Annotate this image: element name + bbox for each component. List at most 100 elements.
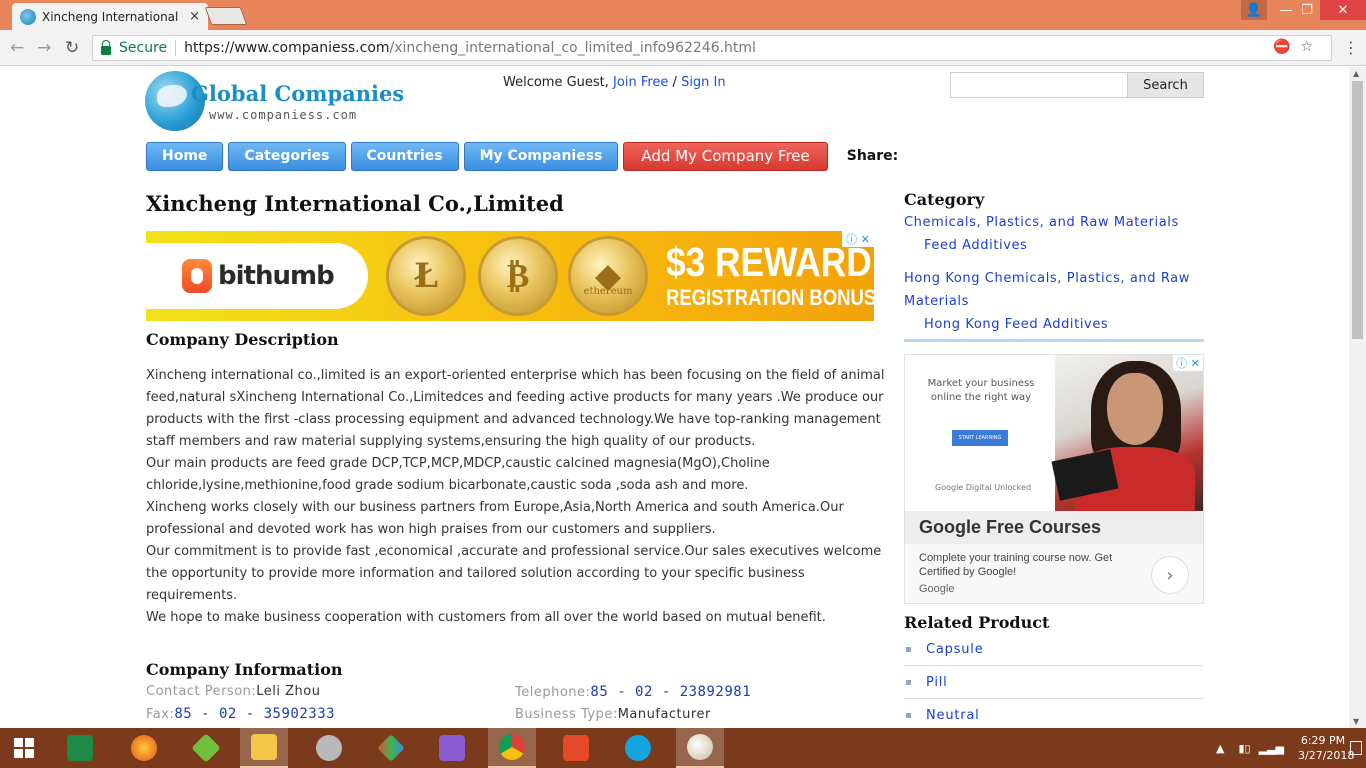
scroll-down-icon[interactable]: ▼ bbox=[1353, 717, 1359, 726]
taskbar-clock[interactable]: 6:29 PM 3/27/2018 bbox=[1298, 733, 1354, 763]
logo-subtitle: www.companiess.com bbox=[209, 108, 358, 122]
business-type-value: Manufacturer bbox=[617, 707, 711, 722]
taskbar-paint[interactable] bbox=[676, 728, 724, 768]
git-icon bbox=[316, 735, 342, 761]
profile-icon[interactable]: 👤 bbox=[1241, 0, 1267, 20]
search-input[interactable] bbox=[950, 72, 1128, 98]
back-arrow-icon[interactable]: ← bbox=[10, 38, 24, 58]
site-logo[interactable]: Global Companies www.companiess.com bbox=[145, 71, 415, 133]
ad-banner[interactable]: bithumb Ł ₿ ◆ ethereum $3 REWARD REGISTR… bbox=[146, 231, 874, 321]
bullet-icon bbox=[906, 713, 911, 718]
chrome-icon bbox=[499, 734, 525, 760]
scroll-up-icon[interactable]: ▲ bbox=[1353, 69, 1359, 78]
tab-title: Xincheng International C bbox=[42, 9, 184, 24]
firefox-icon bbox=[131, 735, 157, 761]
taskbar-git[interactable] bbox=[305, 728, 353, 768]
app-icon bbox=[191, 733, 221, 763]
tab-close-icon[interactable]: × bbox=[189, 9, 200, 24]
description-paragraph: Xincheng works closely with our business… bbox=[146, 500, 844, 537]
logo-title: Global Companies bbox=[191, 81, 405, 106]
nav-my-companies-button[interactable]: My Companiess bbox=[463, 141, 619, 171]
welcome-text: Welcome Guest, bbox=[503, 75, 614, 90]
notification-icon[interactable] bbox=[1350, 741, 1362, 755]
company-description-heading: Company Description bbox=[146, 330, 339, 349]
visual-studio-icon bbox=[439, 735, 465, 761]
scroll-thumb[interactable] bbox=[1352, 81, 1363, 339]
contact-person-label: Contact Person: bbox=[146, 684, 257, 699]
related-product-link[interactable]: Capsule bbox=[926, 642, 984, 657]
windows-logo-icon bbox=[14, 738, 34, 758]
sign-in-link[interactable]: Sign In bbox=[681, 75, 726, 90]
system-tray: ▲ ▮▯ ▂▃▅ bbox=[1216, 728, 1284, 768]
forward-arrow-icon[interactable]: → bbox=[37, 38, 51, 58]
related-product-heading: Related Product bbox=[904, 613, 1050, 632]
related-product-link[interactable]: Pill bbox=[926, 675, 948, 690]
ad-body: Complete your training course now. Get C… bbox=[919, 552, 1113, 578]
company-description: Xincheng international co.,limited is an… bbox=[146, 365, 886, 629]
bookmark-star-icon[interactable]: ⛔☆ bbox=[1273, 39, 1323, 55]
category-heading: Category bbox=[904, 190, 985, 209]
chrome-menu-icon[interactable]: ⋮ bbox=[1343, 38, 1359, 57]
ad-copy-panel: Market your business online the right wa… bbox=[905, 355, 1055, 511]
taskbar-screen-recorder[interactable] bbox=[552, 728, 600, 768]
reload-icon[interactable]: ↻ bbox=[65, 38, 79, 58]
adchoices-icon[interactable]: ⓘ ✕ bbox=[842, 231, 874, 247]
category-link[interactable]: Chemicals, Plastics, and Raw Materials bbox=[904, 211, 1204, 234]
ad-headline: $3 REWARD bbox=[666, 239, 872, 285]
category-link[interactable]: Hong Kong Chemicals, Plastics, and Raw M… bbox=[904, 267, 1204, 313]
sidebar-ad[interactable]: Market your business online the right wa… bbox=[904, 354, 1204, 604]
list-item: Neutral bbox=[904, 699, 1204, 728]
business-type-label: Business Type: bbox=[515, 707, 618, 722]
recorder-icon bbox=[563, 735, 589, 761]
subcategory-link[interactable]: Hong Kong Feed Additives bbox=[924, 313, 1108, 336]
windows-taskbar: ▲ ▮▯ ▂▃▅ 6:29 PM 3/27/2018 bbox=[0, 728, 1366, 768]
clock-time: 6:29 PM bbox=[1300, 734, 1346, 747]
join-free-link[interactable]: Join Free bbox=[613, 75, 668, 90]
maximize-button[interactable]: ❐ bbox=[1290, 0, 1324, 20]
browser-title-bar: Xincheng International C × 👤 — ❐ ✕ bbox=[0, 0, 1366, 30]
taskbar-visual-studio[interactable] bbox=[428, 728, 476, 768]
lock-icon bbox=[101, 39, 111, 55]
url-host: https://www.companiess.com bbox=[184, 40, 390, 56]
nav-home-button[interactable]: Home bbox=[146, 141, 224, 171]
nav-countries-button[interactable]: Countries bbox=[350, 141, 459, 171]
nav-categories-button[interactable]: Categories bbox=[228, 141, 346, 171]
business-type-row: Business Type:Manufacturer bbox=[515, 707, 711, 722]
ad-brand-name: bithumb bbox=[218, 261, 335, 291]
list-item: Pill bbox=[904, 666, 1204, 699]
adchoices-icon[interactable]: ⓘ ✕ bbox=[1173, 355, 1203, 371]
subcategory-link[interactable]: Feed Additives bbox=[924, 234, 1028, 257]
browser-toolbar: ← → ↻ Secure https://www.companiess.com … bbox=[0, 30, 1366, 66]
taskbar-file-explorer[interactable] bbox=[240, 728, 288, 768]
new-tab-button[interactable] bbox=[204, 7, 248, 25]
related-product-link[interactable]: Neutral bbox=[926, 708, 980, 723]
bitcoin-icon: ₿ bbox=[478, 236, 558, 316]
diamond-app-icon bbox=[377, 734, 405, 762]
taskbar-firefox[interactable] bbox=[120, 728, 168, 768]
taskbar-excel[interactable] bbox=[56, 728, 104, 768]
company-information-heading: Company Information bbox=[146, 660, 343, 679]
browser-tab-active[interactable]: Xincheng International C × bbox=[12, 3, 208, 30]
address-divider bbox=[175, 40, 177, 56]
taskbar-skype[interactable] bbox=[614, 728, 662, 768]
page-scrollbar[interactable]: ▲ ▼ bbox=[1349, 67, 1366, 728]
chevron-right-icon[interactable]: › bbox=[1151, 556, 1189, 594]
taskbar-app-green[interactable] bbox=[182, 728, 230, 768]
start-button[interactable] bbox=[0, 728, 48, 768]
network-icon[interactable]: ▮▯ bbox=[1238, 742, 1250, 755]
add-company-button[interactable]: Add My Company Free bbox=[623, 141, 828, 171]
taskbar-gitkraken[interactable] bbox=[367, 728, 415, 768]
taskbar-chrome[interactable] bbox=[488, 728, 536, 768]
address-bar[interactable]: Secure https://www.companiess.com /xinch… bbox=[92, 35, 1332, 61]
close-window-button[interactable]: ✕ bbox=[1320, 0, 1366, 20]
contact-person-value: Leli Zhou bbox=[256, 684, 321, 699]
telephone-value: 85 - 02 - 23892981 bbox=[590, 684, 752, 700]
ethereum-label: ethereum bbox=[583, 286, 633, 297]
list-item: Capsule bbox=[904, 633, 1204, 666]
search-button[interactable]: Search bbox=[1127, 72, 1204, 98]
start-learning-button[interactable]: START LEARNING bbox=[952, 430, 1008, 446]
signal-icon[interactable]: ▂▃▅ bbox=[1259, 742, 1284, 755]
ad-title[interactable]: Google Free Courses bbox=[905, 511, 1203, 544]
description-paragraph: Xincheng international co.,limited is an… bbox=[146, 368, 885, 449]
tray-expand-icon[interactable]: ▲ bbox=[1216, 742, 1224, 755]
